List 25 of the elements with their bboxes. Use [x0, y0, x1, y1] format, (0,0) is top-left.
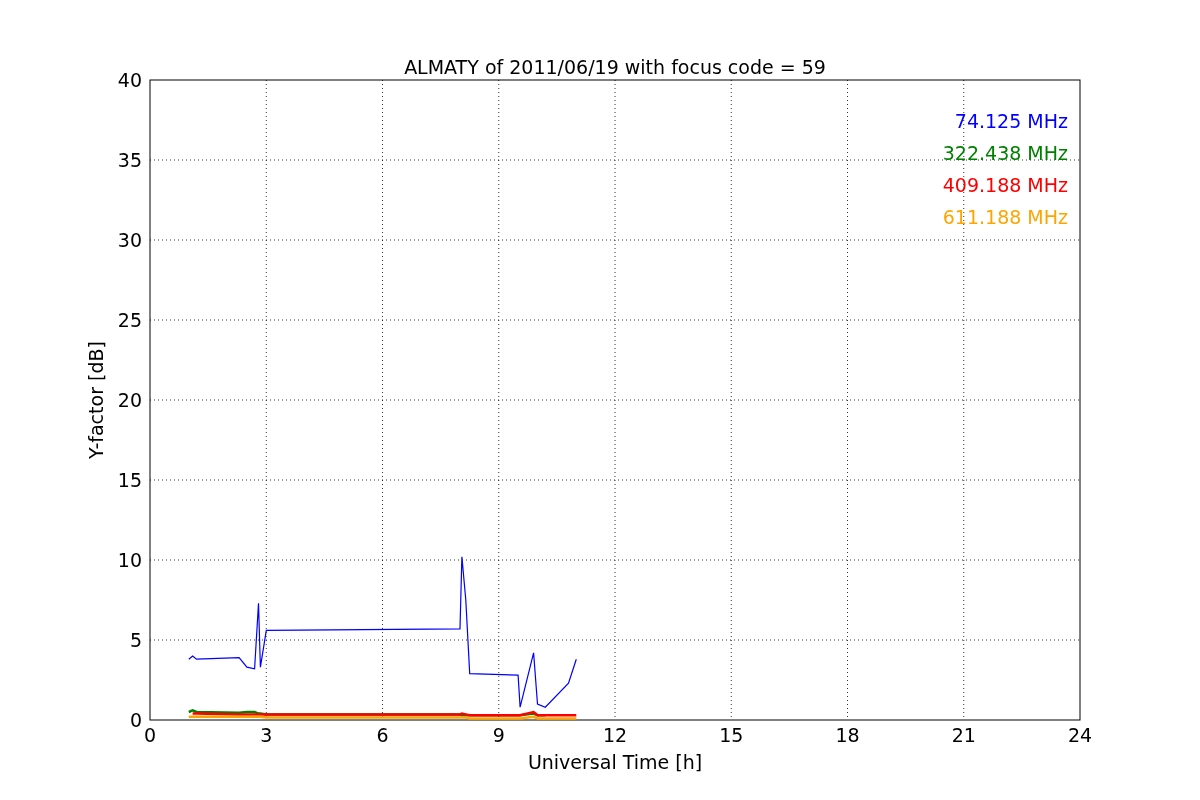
- y-tick-label: 15: [117, 469, 142, 491]
- y-tick-label: 35: [117, 149, 142, 171]
- legend-label: 322.438 MHz: [942, 142, 1068, 164]
- y-tick-label: 5: [129, 629, 142, 651]
- x-axis-label: Universal Time [h]: [527, 751, 703, 773]
- legend-label: 409.188 MHz: [942, 174, 1068, 196]
- legend-label: 74.125 MHz: [954, 110, 1068, 132]
- x-tick-label: 9: [492, 724, 505, 746]
- x-tick-label: 3: [260, 724, 273, 746]
- y-tick-label: 40: [117, 69, 142, 91]
- chart-title: ALMATY of 2011/06/19 with focus code = 59: [404, 56, 826, 78]
- x-tick-label: 12: [602, 724, 628, 746]
- x-tick-label: 21: [951, 724, 976, 746]
- x-tick-label: 15: [719, 724, 744, 746]
- y-tick-label: 20: [117, 389, 142, 411]
- legend-label: 611.188 MHz: [942, 206, 1068, 228]
- y-tick-label: 10: [117, 549, 142, 571]
- y-axis-label: Y-factor [dB]: [85, 341, 107, 459]
- x-tick-label: 24: [1067, 724, 1093, 746]
- x-tick-label: 18: [835, 724, 860, 746]
- y-tick-label: 0: [129, 709, 142, 731]
- x-tick-label: 0: [143, 724, 157, 746]
- y-tick-label: 25: [117, 309, 142, 331]
- x-tick-label: 6: [376, 724, 389, 746]
- y-tick-label: 30: [117, 229, 142, 251]
